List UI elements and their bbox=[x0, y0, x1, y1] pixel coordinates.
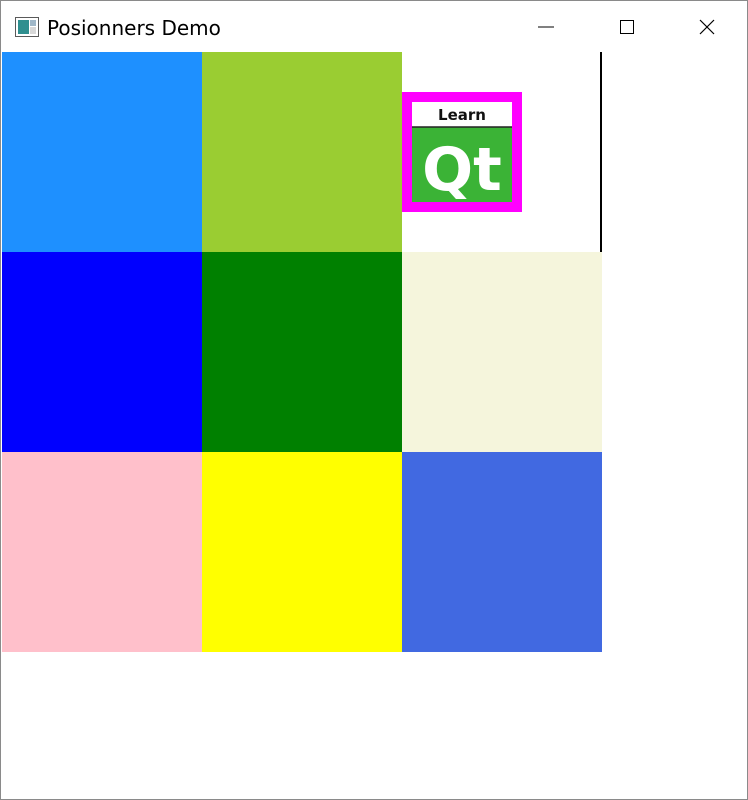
grid-cell-royalblue bbox=[402, 452, 602, 652]
minimize-button[interactable] bbox=[506, 1, 586, 52]
window-title: Posionners Demo bbox=[47, 16, 221, 40]
title-bar[interactable]: Posionners Demo bbox=[1, 1, 747, 52]
logo-main-text: Qt bbox=[422, 135, 502, 205]
close-button[interactable] bbox=[667, 1, 747, 52]
minimize-icon bbox=[538, 26, 554, 27]
close-icon bbox=[699, 19, 715, 34]
maximize-icon bbox=[620, 19, 634, 34]
grid-cell-pink bbox=[2, 452, 202, 652]
grid-cell-dodgerblue bbox=[2, 52, 202, 252]
grid-cell-green bbox=[202, 252, 402, 452]
app-icon bbox=[15, 17, 39, 37]
maximize-button[interactable] bbox=[587, 1, 667, 52]
grid-cell-beige bbox=[402, 252, 602, 452]
grid-cell-logo: Learn Qt bbox=[402, 52, 602, 252]
grid-cell-yellow bbox=[202, 452, 402, 652]
app-window: Posionners Demo Learn Qt bbox=[0, 0, 748, 800]
grid-cell-blue bbox=[2, 252, 202, 452]
logo-top-text: Learn bbox=[438, 106, 486, 124]
learn-qt-logo: Learn Qt bbox=[402, 92, 522, 212]
grid-cell-yellowgreen bbox=[202, 52, 402, 252]
color-grid: Learn Qt bbox=[2, 52, 602, 652]
